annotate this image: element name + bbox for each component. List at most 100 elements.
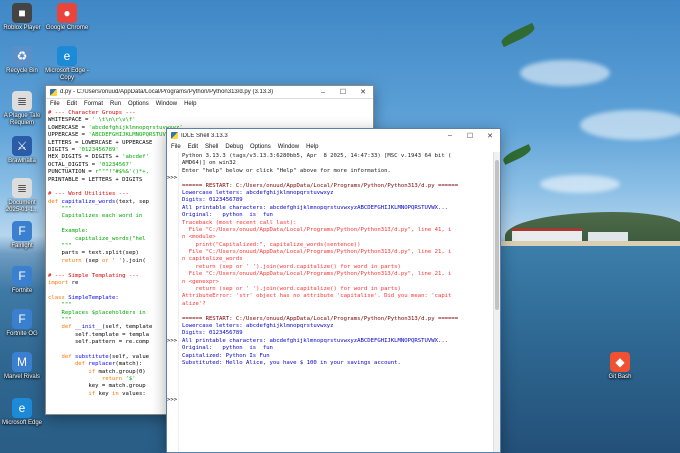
shell-prompt: >>> — [167, 175, 178, 182]
code-token: Original: python is fun — [182, 345, 273, 352]
roblox-icon: ■ — [12, 3, 32, 23]
shell-body: >>> >>> >>> Python 3.13.3 (tags/v3.13.3:62… — [167, 152, 500, 452]
editor-menu-window[interactable]: Window — [156, 101, 177, 107]
shell-prompt-gutter: >>> >>> >>> — [167, 152, 179, 452]
code-token: UPPERCASE = — [48, 132, 89, 139]
shell-prompt — [167, 330, 178, 337]
shell-code-line: n capitalize_words — [182, 256, 500, 263]
shell-code-line: Substituted: Hello Alice, you have $ 100… — [182, 360, 500, 367]
code-token: Substituted: Hello Alice, you have $ 100… — [182, 359, 401, 366]
desktop-icon-label: Recycle Bin — [6, 68, 38, 74]
shell-menu-file[interactable]: File — [171, 144, 181, 150]
desktop-icon[interactable]: F Fairlight — [0, 221, 44, 250]
shell-code-line: Digits: 0123456789 — [182, 330, 500, 337]
code-token: Digits: 0123456789 — [182, 330, 243, 337]
shell-menu-edit[interactable]: Edit — [188, 144, 198, 150]
editor-menu-options[interactable]: Options — [128, 101, 149, 107]
shell-menu-options[interactable]: Options — [250, 144, 271, 150]
code-token: ====== RESTART: C:/Users/onuud/AppData/L… — [182, 182, 459, 189]
desktop-icon[interactable]: F Fortnite — [0, 266, 44, 295]
desktop-icon-label: Microsoft Edge - Copy — [45, 68, 89, 81]
code-token: return (sep or ' ').join(word.capitalize… — [182, 286, 401, 293]
shell-code-line: return (sep or ' ').join(word.capitalize… — [182, 286, 500, 293]
desktop-icon[interactable]: ● Google Chrome — [45, 3, 89, 32]
editor-menu-edit[interactable]: Edit — [67, 101, 77, 107]
shell-code-line: Capitalized: Python Is Fun — [182, 353, 500, 360]
minimize-icon[interactable]: – — [440, 129, 460, 142]
close-icon[interactable]: ✕ — [480, 129, 500, 142]
desktop-icon[interactable]: M Marvel Rivals — [0, 352, 44, 381]
shell-menu-shell[interactable]: Shell — [205, 144, 218, 150]
shell-code-line: ====== RESTART: C:/Users/onuud/AppData/L… — [182, 183, 500, 190]
minimize-icon[interactable]: – — [313, 86, 333, 99]
code-token: n <genexpr> — [182, 278, 220, 285]
shell-scrollbar[interactable] — [493, 152, 500, 452]
shell-prompt — [167, 279, 178, 286]
desktop-icon[interactable]: ◆ Git Bash — [598, 352, 642, 381]
desktop-icon[interactable]: e Microsoft Edge — [0, 398, 44, 427]
shell-menu-window[interactable]: Window — [278, 144, 299, 150]
shell-prompt — [167, 367, 178, 374]
code-token: return (sep or ' ').join(word.capitalize… — [182, 263, 401, 270]
code-token: AMD64)] on win32 — [182, 160, 236, 167]
scrollbar-thumb[interactable] — [495, 160, 499, 310]
code-token: r"""!"#$%&'()*+, — [95, 169, 150, 176]
editor-menu-format[interactable]: Format — [84, 101, 103, 107]
code-token: (match): — [115, 361, 143, 368]
code-token: replacer — [88, 361, 116, 368]
edge-icon: e — [57, 46, 77, 66]
code-token: ' \t\n\r\v\f' — [91, 117, 136, 124]
code-token: Capitalized: Python Is Fun — [182, 352, 270, 359]
shell-code-line: All printable characters: abcdefghijklmn… — [182, 338, 500, 345]
code-token: return — [48, 376, 126, 383]
desktop-icon[interactable]: ≣ A Plague Tale Requiem — [0, 91, 44, 127]
desktop-icon-label: Google Chrome — [45, 25, 89, 31]
editor-menu-help[interactable]: Help — [184, 101, 196, 107]
code-token: n <module> — [182, 234, 216, 241]
shell-output-area[interactable]: Python 3.13.3 (tags/v3.13.3:6280bb5, Apr… — [179, 152, 500, 452]
code-token: substitute — [74, 353, 109, 360]
desktop-icon[interactable]: e Microsoft Edge - Copy — [45, 46, 89, 82]
code-token: """ — [48, 316, 72, 323]
desktop-icon-label: A Plague Tale Requiem — [3, 113, 41, 126]
shell-window[interactable]: IDLE Shell 3.13.3 – ☐ ✕ File Edit Shell Deb… — [166, 128, 501, 453]
shell-prompt — [167, 183, 178, 190]
code-token: File "C:/Users/onuud/AppData/Local/Progr… — [182, 249, 452, 256]
code-token: # --- Word Utilities --- — [48, 191, 129, 198]
desktop-icon[interactable]: ⚔ Brawlhalla — [0, 136, 44, 165]
desktop-icon[interactable]: F Fortnite OG — [0, 309, 44, 338]
desktop-icon[interactable]: ≣ Document 2025-01-1... — [0, 178, 44, 214]
desktop-icon[interactable]: ■ Roblox Player — [0, 3, 44, 32]
code-token: File "C:/Users/onuud/AppData/Local/Progr… — [182, 271, 452, 278]
shell-prompt — [167, 308, 178, 315]
desktop-icon[interactable]: ♻ Recycle Bin — [0, 46, 44, 75]
editor-code-line: # --- Character Groups --- — [48, 110, 373, 117]
code-token: DIGITS = — [48, 146, 79, 153]
maximize-icon[interactable]: ☐ — [460, 129, 480, 142]
wallpaper-building — [512, 228, 582, 242]
editor-menu-run[interactable]: Run — [110, 101, 121, 107]
shell-menubar: File Edit Shell Debug Options Window Help — [167, 142, 500, 152]
shell-prompt — [167, 316, 178, 323]
desktop-icon-label: Fortnite OG — [6, 331, 38, 337]
shell-titlebar[interactable]: IDLE Shell 3.13.3 – ☐ ✕ — [167, 129, 500, 142]
code-token: """ — [48, 302, 72, 309]
shell-code-line — [182, 175, 500, 182]
shell-menu-debug[interactable]: Debug — [225, 144, 243, 150]
code-token: ====== RESTART: C:/Users/onuud/AppData/L… — [182, 315, 459, 322]
shell-prompt — [167, 168, 178, 175]
python-icon — [171, 132, 178, 139]
editor-titlebar[interactable]: d.py - C:/Users/onuud/AppData/Local/Prog… — [46, 86, 373, 99]
code-token: SimpleTemplate — [68, 294, 116, 301]
maximize-icon[interactable]: ☐ — [333, 86, 353, 99]
editor-code-line: WHITESPACE = ' \t\n\r\v\f' — [48, 117, 373, 124]
editor-menu-file[interactable]: File — [50, 101, 60, 107]
close-icon[interactable]: ✕ — [353, 86, 373, 99]
code-token: re — [71, 279, 79, 286]
code-token: key = match.group — [48, 383, 146, 390]
code-token: self.template = templa — [48, 331, 150, 338]
shell-prompt — [167, 390, 178, 397]
shell-code-line: Lowercase letters: abcdefghijklmnopqrstu… — [182, 190, 500, 197]
shell-code-line: n <module> — [182, 234, 500, 241]
shell-menu-help[interactable]: Help — [306, 144, 318, 150]
